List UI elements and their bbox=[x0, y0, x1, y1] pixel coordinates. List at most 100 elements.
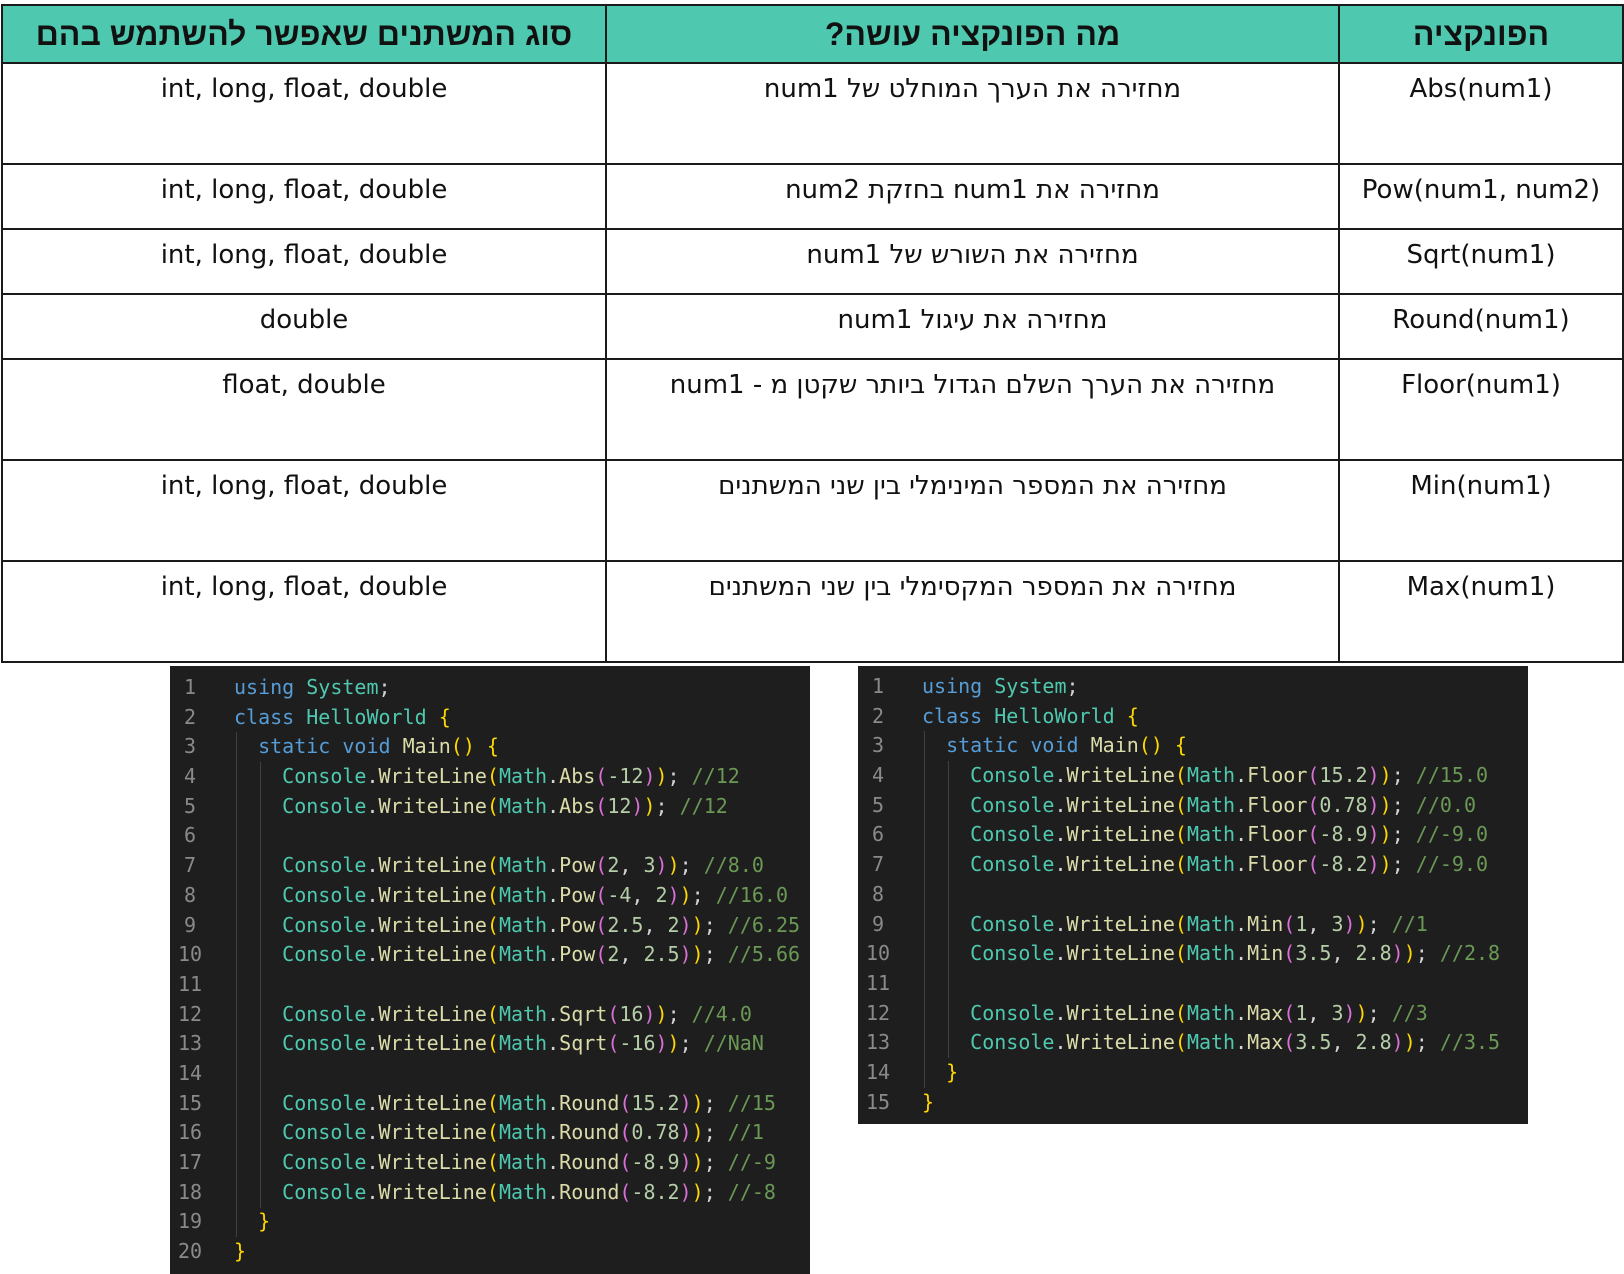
cell-function: Abs(num1) bbox=[1338, 62, 1624, 165]
code-line: 8 bbox=[858, 880, 1528, 910]
line-number: 2 bbox=[183, 704, 197, 729]
code-text: using System; bbox=[234, 675, 391, 699]
line-number: 5 bbox=[871, 792, 885, 817]
table-header-row: הפונקציה מה הפונקציה עושה? סוג המשתנים ש… bbox=[1, 4, 1624, 64]
cell-description: מחזירה את עיגול num1 bbox=[605, 293, 1340, 360]
code-line: 8 Console.WriteLine(Math.Pow(-4, 2)); //… bbox=[170, 881, 810, 911]
code-line: 10 Console.WriteLine(Math.Pow(2, 2.5)); … bbox=[170, 940, 810, 970]
code-line: 1 using System; bbox=[170, 673, 810, 703]
code-line: 12 Console.WriteLine(Math.Max(1, 3)); //… bbox=[858, 999, 1528, 1029]
code-text: static void Main() { bbox=[946, 733, 1187, 758]
table-row: Abs(num1) מחזירה את הערך המוחלט של num1 … bbox=[1, 62, 1624, 165]
line-number: 1 bbox=[871, 674, 885, 698]
code-line: 18 Console.WriteLine(Math.Round(-8.2)); … bbox=[170, 1178, 810, 1208]
line-number: 11 bbox=[865, 970, 891, 995]
line-number: 3 bbox=[183, 734, 197, 759]
header-types: סוג המשתנים שאפשר להשתמש בהם bbox=[1, 4, 607, 64]
cell-types: double bbox=[1, 293, 607, 360]
table-row: Round(num1) מחזירה את עיגול num1 double bbox=[1, 293, 1624, 360]
header-function: הפונקציה bbox=[1338, 4, 1624, 64]
header-description: מה הפונקציה עושה? bbox=[605, 4, 1340, 64]
line-number: 4 bbox=[183, 764, 197, 789]
cell-function: Max(num1) bbox=[1338, 560, 1624, 663]
line-number: 7 bbox=[871, 852, 885, 877]
code-line: 14 } bbox=[858, 1058, 1528, 1088]
code-line: 13 Console.WriteLine(Math.Max(3.5, 2.8))… bbox=[858, 1028, 1528, 1058]
code-line: 11 bbox=[858, 969, 1528, 999]
code-text: Console.WriteLine(Math.Floor(-8.9)); //-… bbox=[970, 822, 1489, 847]
code-text: class HelloWorld { bbox=[922, 703, 1139, 728]
line-number: 12 bbox=[177, 1001, 203, 1026]
math-functions-table: הפונקציה מה הפונקציה עושה? סוג המשתנים ש… bbox=[1, 4, 1624, 663]
code-text: Console.WriteLine(Math.Floor(-8.2)); //-… bbox=[970, 852, 1489, 877]
code-line: 5 Console.WriteLine(Math.Abs(12)); //12 bbox=[170, 792, 810, 822]
cell-description: מחזירה את הערך המוחלט של num1 bbox=[605, 62, 1340, 165]
code-line: 2 class HelloWorld { bbox=[170, 703, 810, 733]
code-text: Console.WriteLine(Math.Max(3.5, 2.8)); /… bbox=[970, 1030, 1501, 1055]
line-number: 2 bbox=[871, 703, 885, 728]
code-text: Console.WriteLine(Math.Floor(0.78)); //0… bbox=[970, 792, 1476, 817]
code-line: 3 static void Main() { bbox=[858, 731, 1528, 761]
line-number: 20 bbox=[177, 1239, 203, 1264]
line-number: 14 bbox=[865, 1059, 891, 1084]
line-number: 8 bbox=[183, 882, 197, 907]
code-line: 3 static void Main() { bbox=[170, 732, 810, 762]
cell-types: float, double bbox=[1, 358, 607, 461]
code-text: Console.WriteLine(Math.Abs(-12)); //12 bbox=[282, 764, 740, 789]
code-text: using System; bbox=[922, 674, 1079, 698]
code-text: Console.WriteLine(Math.Round(0.78)); //1 bbox=[282, 1120, 764, 1145]
line-number: 9 bbox=[871, 911, 885, 936]
code-text: } bbox=[234, 1239, 247, 1264]
code-text: } bbox=[258, 1209, 271, 1234]
code-line: 7 Console.WriteLine(Math.Floor(-8.2)); /… bbox=[858, 850, 1528, 880]
code-line: 2 class HelloWorld { bbox=[858, 702, 1528, 732]
code-text: Console.WriteLine(Math.Round(-8.2)); //-… bbox=[282, 1179, 776, 1204]
cell-types: int, long, float, double bbox=[1, 62, 607, 165]
line-number: 5 bbox=[183, 793, 197, 818]
code-line: 19 } bbox=[170, 1207, 810, 1237]
code-text: static void Main() { bbox=[258, 734, 499, 759]
code-text: Console.WriteLine(Math.Pow(-4, 2)); //16… bbox=[282, 882, 788, 907]
code-text: Console.WriteLine(Math.Round(15.2)); //1… bbox=[282, 1090, 776, 1115]
line-number: 14 bbox=[177, 1060, 203, 1085]
code-text: Console.WriteLine(Math.Floor(15.2)); //1… bbox=[970, 763, 1489, 788]
cell-description: מחזירה את המספר המינימלי בין שני המשתנים bbox=[605, 459, 1340, 562]
code-line: 14 bbox=[170, 1059, 810, 1089]
code-line: 15 Console.WriteLine(Math.Round(15.2)); … bbox=[170, 1089, 810, 1119]
cell-description: מחזירה את המספר המקסימלי בין שני המשתנים bbox=[605, 560, 1340, 663]
code-line: 12 Console.WriteLine(Math.Sqrt(16)); //4… bbox=[170, 1000, 810, 1030]
code-panel-left: 1 using System; 2 class HelloWorld {3 stati… bbox=[170, 666, 810, 1274]
indent-guide bbox=[924, 731, 925, 1088]
code-line: 1 using System; bbox=[858, 672, 1528, 702]
cell-function: Min(num1) bbox=[1338, 459, 1624, 562]
line-number: 12 bbox=[865, 1000, 891, 1025]
cell-types: int, long, float, double bbox=[1, 459, 607, 562]
indent-guide bbox=[948, 761, 949, 1059]
cell-function: Pow(num1, num2) bbox=[1338, 163, 1624, 230]
cell-description: מחזירה את הערך השלם הגדול ביותר שקטן מ -… bbox=[605, 358, 1340, 461]
code-line: 20} bbox=[170, 1237, 810, 1267]
indent-guide bbox=[260, 762, 261, 1208]
line-number: 6 bbox=[183, 823, 197, 848]
cell-description: מחזירה את num1 בחזקת num2 bbox=[605, 163, 1340, 230]
line-number: 7 bbox=[183, 853, 197, 878]
code-line: 5 Console.WriteLine(Math.Floor(0.78)); /… bbox=[858, 791, 1528, 821]
line-number: 10 bbox=[177, 942, 203, 967]
code-line: 9 Console.WriteLine(Math.Min(1, 3)); //1 bbox=[858, 910, 1528, 940]
line-number: 8 bbox=[871, 881, 885, 906]
table-row: Floor(num1) מחזירה את הערך השלם הגדול בי… bbox=[1, 358, 1624, 461]
code-text: Console.WriteLine(Math.Max(1, 3)); //3 bbox=[970, 1000, 1428, 1025]
code-text: Console.WriteLine(Math.Sqrt(-16)); //NaN bbox=[282, 1031, 764, 1056]
cell-function: Sqrt(num1) bbox=[1338, 228, 1624, 295]
code-line: 4 Console.WriteLine(Math.Floor(15.2)); /… bbox=[858, 761, 1528, 791]
code-line: 9 Console.WriteLine(Math.Pow(2.5, 2)); /… bbox=[170, 911, 810, 941]
code-text: } bbox=[946, 1059, 959, 1084]
cell-types: int, long, float, double bbox=[1, 228, 607, 295]
line-number: 3 bbox=[871, 733, 885, 758]
line-number: 10 bbox=[865, 941, 891, 966]
cell-types: int, long, float, double bbox=[1, 163, 607, 230]
code-text: Console.WriteLine(Math.Pow(2.5, 2)); //6… bbox=[282, 912, 801, 937]
cell-types: int, long, float, double bbox=[1, 560, 607, 663]
code-text: Console.WriteLine(Math.Min(1, 3)); //1 bbox=[970, 911, 1428, 936]
line-number: 15 bbox=[865, 1089, 891, 1114]
